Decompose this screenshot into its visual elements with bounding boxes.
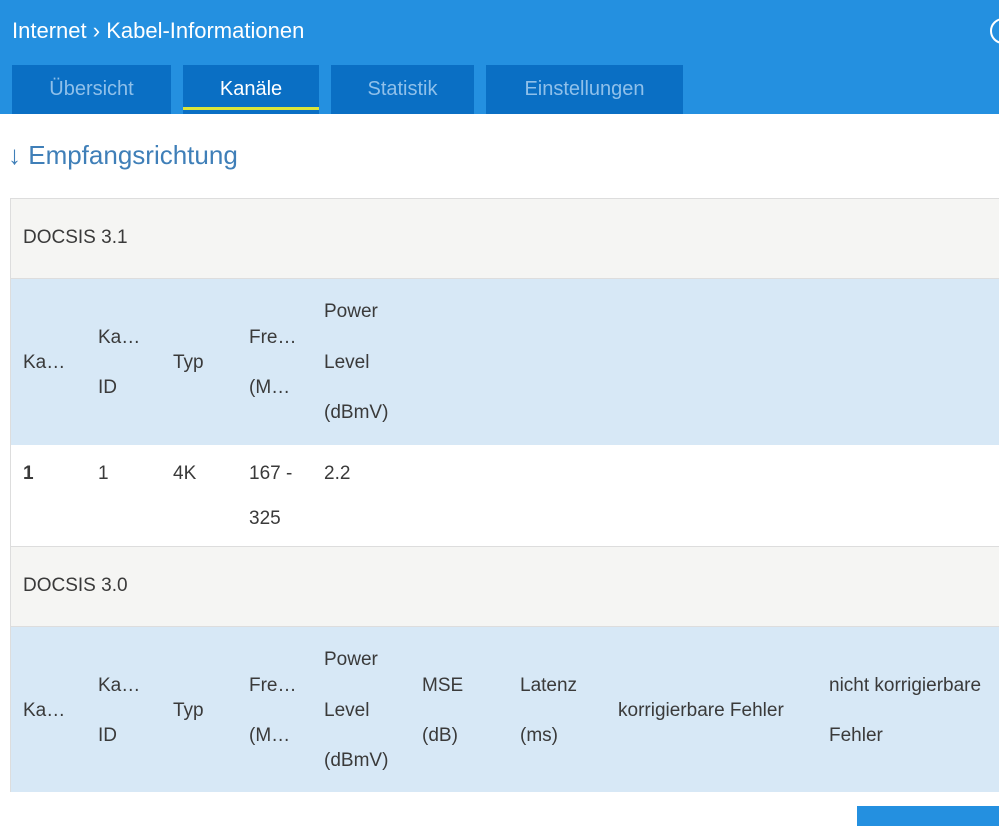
docsis31-title: DOCSIS 3.1 — [11, 199, 999, 279]
tab-label: Kanäle — [219, 78, 283, 100]
breadcrumb-separator-icon: › — [92, 18, 101, 43]
help-icon[interactable] — [990, 18, 999, 44]
col-freq: (M… — [249, 377, 291, 398]
col-power: Level — [324, 700, 370, 721]
tab-label: Statistik — [367, 78, 438, 100]
table-row: 1 1 4K 167 - 325 2.2 — [11, 445, 999, 547]
col-latenz: (ms) — [520, 725, 558, 746]
col-typ: Typ — [173, 700, 204, 721]
col-freq: Fre… — [249, 675, 297, 696]
docsis30-title: DOCSIS 3.0 — [11, 547, 999, 627]
col-mse: (dB) — [422, 725, 458, 746]
docsis31-header-row: Ka… Ka… ID Typ Fre… (M… Power Level (dBm… — [11, 279, 999, 445]
col-latenz: Latenz — [520, 675, 578, 696]
cell-kanal: 1 — [23, 463, 34, 484]
col-power: Power — [324, 301, 378, 322]
channel-table: DOCSIS 3.1 Ka… Ka… ID Typ Fre… (M… Power… — [10, 198, 999, 792]
tab-kanaele[interactable]: Kanäle — [183, 65, 319, 114]
col-id: Ka… — [98, 327, 141, 348]
cell-freq: 167 - — [249, 463, 293, 484]
cell-power: 2.2 — [324, 463, 351, 484]
col-power: Power — [324, 649, 378, 670]
col-id: Ka… — [98, 675, 141, 696]
tab-einstellungen[interactable]: Einstellungen — [486, 65, 683, 114]
col-nicht-korrigierbare-fehler: Fehler — [829, 725, 883, 746]
col-freq: Fre… — [249, 327, 297, 348]
col-id: ID — [98, 377, 117, 398]
tab-uebersicht[interactable]: Übersicht — [12, 65, 171, 114]
header: Internet › Kabel-Informationen Übersicht… — [0, 0, 999, 114]
tab-label: Übersicht — [49, 78, 134, 100]
action-button[interactable] — [857, 806, 999, 826]
col-power: (dBmV) — [324, 402, 389, 423]
col-power: Level — [324, 352, 370, 373]
cell-id: 1 — [98, 463, 109, 484]
tab-statistik[interactable]: Statistik — [331, 65, 474, 114]
docsis30-header-row: Ka… Ka… ID Typ Fre… (M… Power Level (dBm… — [11, 627, 999, 792]
section-title: ↓ Empfangsrichtung — [8, 140, 238, 170]
col-korrigierbare-fehler: korrigierbare Fehler — [618, 700, 784, 721]
col-id: ID — [98, 725, 117, 746]
col-freq: (M… — [249, 725, 291, 746]
col-typ: Typ — [173, 352, 204, 373]
col-mse: MSE — [422, 675, 464, 696]
active-tab-indicator — [183, 107, 319, 110]
breadcrumb-internet[interactable]: Internet — [12, 18, 87, 43]
tab-label: Einstellungen — [524, 78, 645, 100]
col-nicht-korrigierbare-fehler: nicht korrigierbare — [829, 675, 982, 696]
col-kanal: Ka… — [23, 352, 66, 373]
breadcrumb-current: Kabel-Informationen — [106, 18, 305, 43]
breadcrumb: Internet › Kabel-Informationen — [12, 18, 304, 44]
cell-typ: 4K — [173, 463, 197, 484]
col-power: (dBmV) — [324, 750, 389, 771]
cell-freq: 325 — [249, 508, 281, 529]
col-kanal: Ka… — [23, 700, 66, 721]
